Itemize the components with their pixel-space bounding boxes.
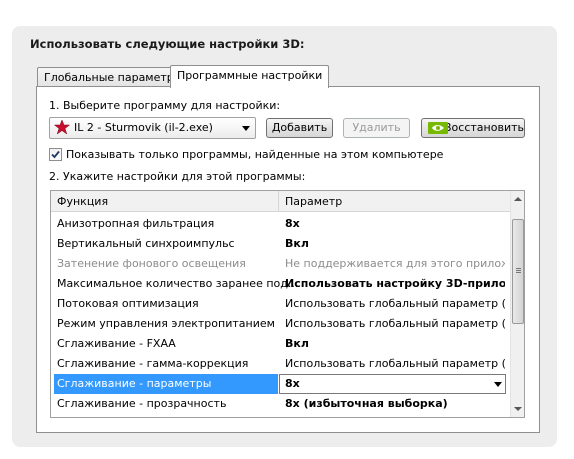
- restore-button-label: Восстановить: [444, 121, 524, 134]
- program-select[interactable]: IL 2 - Sturmovik (il-2.exe): [49, 117, 256, 139]
- scroll-up-arrow-icon[interactable]: [514, 197, 522, 201]
- column-header-function[interactable]: Функция: [57, 195, 108, 208]
- settings-table: Функция Параметр Анизотропная фильтрация…: [50, 190, 525, 418]
- tab-program-settings[interactable]: Программные настройки: [170, 65, 330, 88]
- chevron-down-icon: [242, 126, 250, 131]
- function-cell: Режим управления электропитанием: [57, 317, 275, 330]
- show-only-found-label: Показывать только программы, найденные н…: [66, 148, 444, 161]
- function-cell: Затенение фонового освещения: [57, 257, 246, 270]
- show-only-found-checkbox[interactable]: [49, 148, 62, 161]
- remove-button[interactable]: Удалить: [343, 118, 410, 138]
- parameter-dropdown-value: 8x: [285, 377, 300, 390]
- table-row[interactable]: Максимальное количество заранее под... И…: [51, 274, 510, 294]
- step1-label: 1. Выберите программу для настройки:: [49, 99, 281, 112]
- restore-button[interactable]: Восстановить: [421, 118, 525, 138]
- parameter-cell: 8x: [285, 217, 300, 230]
- parameter-cell: 8x (избыточная выборка): [285, 397, 448, 410]
- table-row[interactable]: Сглаживание - FXAA Вкл: [51, 334, 510, 354]
- add-button[interactable]: Добавить: [266, 118, 333, 138]
- parameter-cell: Не поддерживается для этого приложе...: [285, 257, 505, 270]
- table-row[interactable]: Анизотропная фильтрация 8x: [51, 214, 510, 234]
- vertical-scrollbar[interactable]: [510, 191, 524, 417]
- checkmark-icon: [51, 150, 60, 159]
- table-row-selected[interactable]: Сглаживание - параметры 8x: [51, 374, 510, 394]
- section-heading: Использовать следующие настройки 3D:: [30, 37, 305, 51]
- nvidia-logo-icon: [428, 122, 448, 134]
- function-cell: Сглаживание - FXAA: [57, 337, 176, 350]
- function-cell: Сглаживание - прозрачность: [57, 397, 227, 410]
- function-cell: Сглаживание - гамма-коррекция: [57, 357, 249, 370]
- function-cell: Потоковая оптимизация: [57, 297, 199, 310]
- parameter-cell: Вкл: [285, 237, 309, 250]
- program-select-value: IL 2 - Sturmovik (il-2.exe): [74, 121, 213, 134]
- function-cell: Вертикальный синхроимпульс: [57, 237, 235, 250]
- table-row[interactable]: Вертикальный синхроимпульс Вкл: [51, 234, 510, 254]
- table-row[interactable]: Потоковая оптимизация Использовать глоба…: [51, 294, 510, 314]
- parameter-cell: Использовать глобальный параметр (А...: [285, 297, 505, 310]
- parameter-cell: Использовать настройку 3D-прило...: [285, 277, 505, 290]
- tab-global-settings[interactable]: Глобальные параметры: [37, 67, 190, 88]
- column-divider[interactable]: [278, 191, 279, 212]
- grip-icon: [516, 268, 521, 273]
- table-row[interactable]: Затенение фонового освещения Не поддержи…: [51, 254, 510, 274]
- table-row[interactable]: Режим управления электропитанием Использ…: [51, 314, 510, 334]
- scroll-down-arrow-icon[interactable]: [514, 407, 522, 411]
- column-header-parameter[interactable]: Параметр: [285, 195, 342, 208]
- parameter-cell: Использовать глобальный параметр (А...: [285, 317, 505, 330]
- chevron-down-icon[interactable]: [494, 382, 502, 387]
- red-star-icon: [54, 119, 70, 135]
- function-cell: Анизотропная фильтрация: [57, 217, 215, 230]
- table-row[interactable]: Сглаживание - прозрачность 8x (избыточна…: [51, 394, 510, 414]
- table-header: Функция Параметр: [51, 191, 510, 212]
- table-row[interactable]: Сглаживание - гамма-коррекция Использова…: [51, 354, 510, 374]
- parameter-cell: Вкл: [285, 337, 309, 350]
- step2-label: 2. Укажите настройки для этой программы:: [49, 170, 306, 183]
- scrollbar-thumb[interactable]: [512, 219, 524, 324]
- parameter-cell: Использовать глобальный параметр (Вкл): [285, 357, 505, 370]
- function-cell: Сглаживание - параметры: [57, 377, 212, 390]
- function-cell: Максимальное количество заранее под...: [57, 277, 299, 290]
